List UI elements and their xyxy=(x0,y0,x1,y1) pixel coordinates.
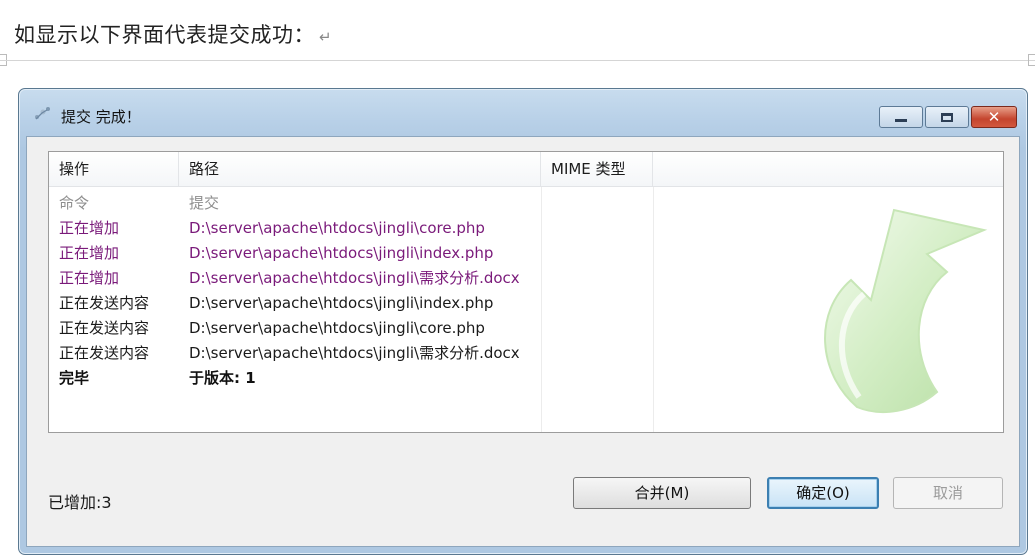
title-bar[interactable]: 提交 完成！ ✕ xyxy=(19,89,1027,137)
close-button[interactable]: ✕ xyxy=(971,106,1017,128)
commit-log-list[interactable]: 操作 路径 MIME 类型 命令 提交 正在增加 D:\server\apach… xyxy=(48,151,1004,433)
commit-finished-dialog: 提交 完成！ ✕ 操作 路径 MIME 类型 命令 提交 正在增加 D:\ser… xyxy=(18,88,1028,555)
page-divider xyxy=(0,60,1035,61)
merge-button[interactable]: 合并(M) xyxy=(573,477,751,509)
maximize-button[interactable] xyxy=(925,106,969,128)
row-path: D:\server\apache\htdocs\jingli\core.php xyxy=(189,319,485,337)
row-action: 命令 xyxy=(59,194,90,212)
row-action: 正在发送内容 xyxy=(59,319,150,337)
page-corner-mark-right xyxy=(1028,54,1035,66)
row-action: 正在增加 xyxy=(59,269,120,287)
list-item[interactable]: 正在增加 D:\server\apache\htdocs\jingli\inde… xyxy=(49,241,1003,266)
row-path: D:\server\apache\htdocs\jingli\index.php xyxy=(189,294,494,312)
minimize-button[interactable] xyxy=(879,106,923,128)
minimize-icon xyxy=(895,118,907,122)
row-action: 正在增加 xyxy=(59,219,120,237)
list-body: 命令 提交 正在增加 D:\server\apache\htdocs\jingl… xyxy=(49,187,1003,432)
document-caption: 如显示以下界面代表提交成功： ↵ xyxy=(14,19,332,49)
cancel-button[interactable]: 取消 xyxy=(893,477,1003,509)
ok-button[interactable]: 确定(O) xyxy=(767,477,879,509)
window-controls: ✕ xyxy=(879,106,1017,128)
row-action: 正在增加 xyxy=(59,244,120,262)
maximize-icon xyxy=(941,112,953,122)
list-item[interactable]: 正在发送内容 D:\server\apache\htdocs\jingli\in… xyxy=(49,291,1003,316)
commit-icon xyxy=(33,106,53,122)
row-path: 于版本: 1 xyxy=(189,369,256,387)
list-item[interactable]: 完毕 于版本: 1 xyxy=(49,366,1003,391)
caption-text: 如显示以下界面代表提交成功： xyxy=(14,23,315,47)
row-path: D:\server\apache\htdocs\jingli\core.php xyxy=(189,219,485,237)
added-count-status: 已增加:3 xyxy=(48,493,112,512)
close-icon: ✕ xyxy=(987,108,1001,126)
column-header-path[interactable]: 路径 xyxy=(179,152,541,186)
column-header-action[interactable]: 操作 xyxy=(49,152,179,186)
list-item[interactable]: 正在增加 D:\server\apache\htdocs\jingli\core… xyxy=(49,216,1003,241)
dialog-title: 提交 完成！ xyxy=(61,108,141,126)
column-header-mime[interactable]: MIME 类型 xyxy=(541,152,653,186)
row-path: 提交 xyxy=(189,194,220,212)
row-action: 正在发送内容 xyxy=(59,344,150,362)
list-item[interactable]: 正在增加 D:\server\apache\htdocs\jingli\需求分析… xyxy=(49,266,1003,291)
row-path: D:\server\apache\htdocs\jingli\index.php xyxy=(189,244,494,262)
dialog-client-area: 操作 路径 MIME 类型 命令 提交 正在增加 D:\server\apach… xyxy=(26,136,1020,547)
paragraph-mark: ↵ xyxy=(319,28,333,46)
list-item[interactable]: 正在发送内容 D:\server\apache\htdocs\jingli\需求… xyxy=(49,341,1003,366)
list-item[interactable]: 命令 提交 xyxy=(49,191,1003,216)
list-header: 操作 路径 MIME 类型 xyxy=(49,152,1003,187)
list-item[interactable]: 正在发送内容 D:\server\apache\htdocs\jingli\co… xyxy=(49,316,1003,341)
row-path: D:\server\apache\htdocs\jingli\需求分析.docx xyxy=(189,344,520,362)
row-action: 完毕 xyxy=(59,369,90,387)
row-path: D:\server\apache\htdocs\jingli\需求分析.docx xyxy=(189,269,520,287)
row-action: 正在发送内容 xyxy=(59,294,150,312)
